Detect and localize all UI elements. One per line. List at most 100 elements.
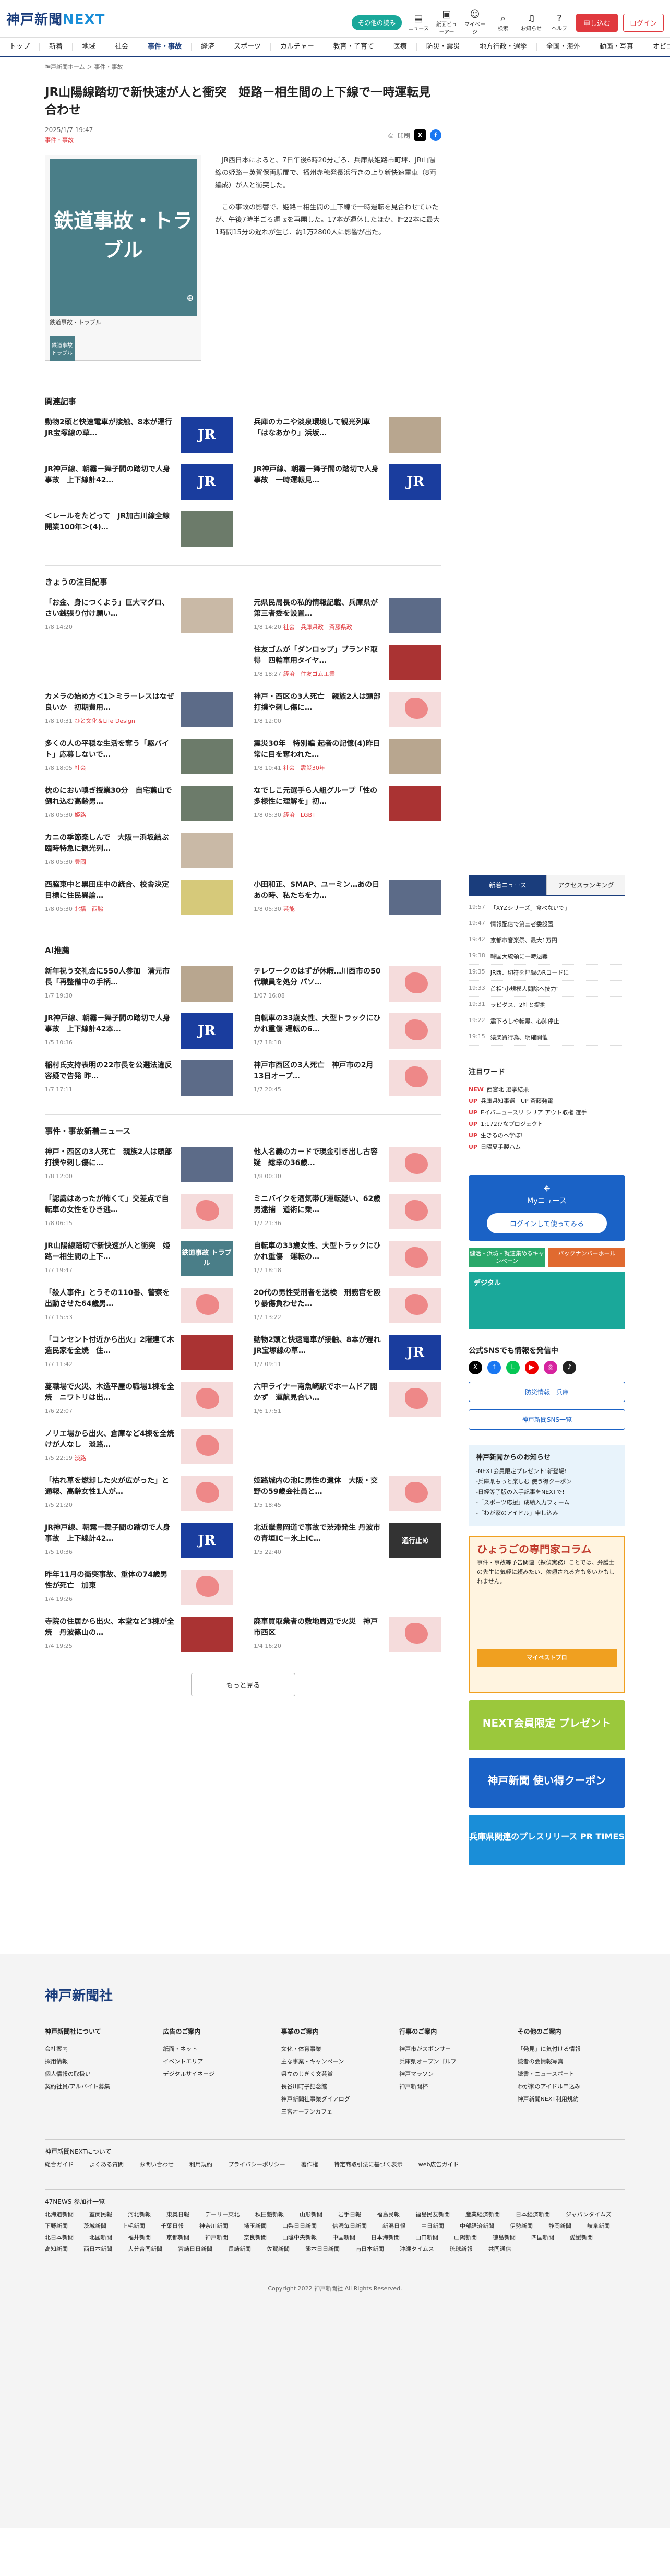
- help-icon[interactable]: ? ヘルプ: [548, 13, 571, 32]
- card-thumbnail[interactable]: [389, 880, 441, 915]
- card-title[interactable]: 西脇東中と黒田庄中の統合、校舎決定目標に住民異論… 1/8 05:30 北播 西脇: [45, 880, 174, 915]
- card-thumbnail[interactable]: [181, 1570, 233, 1605]
- card-thumbnail[interactable]: [181, 786, 233, 821]
- nav-item[interactable]: カルチャー: [271, 43, 324, 51]
- disaster-info-button[interactable]: 防災情報 兵庫: [469, 1382, 625, 1402]
- card-category[interactable]: 社会: [75, 765, 86, 771]
- paper-link[interactable]: 河北新報: [128, 2210, 151, 2218]
- news-list-item[interactable]: 19:22 震下ろしや転黒、心肺停止: [469, 1013, 625, 1029]
- footer-next-link[interactable]: 総合ガイド: [45, 2160, 74, 2168]
- footer-link[interactable]: 神戸新聞社事業ダイアログ: [281, 2093, 389, 2106]
- card-title[interactable]: 神戸・西区の3人死亡 親族2人は頭部打撲や刺し傷に… 1/8 12:00: [254, 692, 383, 727]
- prtimes-banner[interactable]: 兵庫県関連のプレスリリース PR TIMES: [469, 1815, 625, 1865]
- nav-item[interactable]: 地方行政・選挙: [470, 43, 537, 51]
- footer-link[interactable]: 読書・ニュースポート: [518, 2068, 625, 2081]
- card-thumbnail[interactable]: [389, 1060, 441, 1096]
- card-thumbnail[interactable]: [389, 739, 441, 774]
- news-list-item[interactable]: 19:35 JR西、切符を記録のRコードに: [469, 965, 625, 981]
- paper-link[interactable]: 琉球新報: [450, 2245, 473, 2253]
- footer-link[interactable]: 読者の会情報写真: [518, 2056, 625, 2068]
- paper-link[interactable]: 北日本新聞: [45, 2233, 74, 2241]
- card-thumbnail[interactable]: [181, 833, 233, 868]
- nav-item[interactable]: オピニオン: [643, 43, 670, 51]
- article-card[interactable]: 北近畿豊岡道で事故で渋滞発生 丹波市の青垣IC－氷上IC… 1/5 22:40 通行…: [254, 1523, 441, 1558]
- article-card[interactable]: 蔓職場で火災、木造平屋の職場1棟を全焼 ニワトリは出… 1/6 22:07: [45, 1382, 233, 1417]
- mynews-login-button[interactable]: ログインして使ってみる: [487, 1213, 607, 1233]
- card-category[interactable]: ひと文化＆Life Design: [75, 718, 135, 725]
- paper-link[interactable]: 山口新聞: [415, 2233, 438, 2241]
- card-thumbnail[interactable]: [181, 1288, 233, 1323]
- card-thumbnail[interactable]: 通行止め: [389, 1523, 441, 1558]
- card-category[interactable]: 経済 住友ゴム工業: [283, 671, 335, 678]
- login-button[interactable]: ログイン: [623, 13, 664, 32]
- signup-button[interactable]: 申し込む: [576, 13, 618, 32]
- paper-link[interactable]: 日本海新聞: [371, 2233, 400, 2241]
- news-title[interactable]: 震下ろしや転黒、心肺停止: [490, 1017, 559, 1025]
- paper-link[interactable]: 長崎新聞: [228, 2245, 251, 2253]
- paper-link[interactable]: 神奈川新聞: [199, 2222, 228, 2230]
- sns-list-button[interactable]: 神戸新聞SNS一覧: [469, 1409, 625, 1430]
- tab-new[interactable]: 新着ニュース: [469, 875, 547, 895]
- article-card[interactable]: ノリエ場から出火、倉庫など4棟を全焼 けが人なし 淡路… 1/5 22:19 淡路: [45, 1429, 233, 1464]
- footer-link[interactable]: デジタルサイネージ: [163, 2068, 270, 2081]
- paper-link[interactable]: 日本経済新聞: [516, 2210, 550, 2218]
- card-title[interactable]: なでしこ元選手ら人組グループ「性の多様性に理解を」初… 1/8 05:30 経済 L…: [254, 786, 383, 821]
- news-list-item[interactable]: 19:15 猿楽買行為、明確開催: [469, 1029, 625, 1046]
- campaign-banner[interactable]: 健活・浜坊・就速集めるキャンペーン: [469, 1248, 545, 1267]
- present-banner[interactable]: NEXT会員限定 プレゼント: [469, 1700, 625, 1750]
- nav-item[interactable]: 経済: [192, 43, 225, 51]
- news-list-item[interactable]: 19:38 韓国大統領に一時退職: [469, 948, 625, 965]
- footer-link[interactable]: 主な事業・キャンペーン: [281, 2056, 389, 2068]
- article-card[interactable]: 住友ゴムが「ダンロップ」ブランド取得 四輪車用タイヤ… 1/8 18:27 経済 住…: [254, 645, 441, 680]
- footer-next-link[interactable]: お問い合わせ: [139, 2160, 174, 2168]
- card-thumbnail[interactable]: [181, 1617, 233, 1652]
- zoom-icon[interactable]: ⊕: [187, 283, 194, 313]
- card-title[interactable]: カニの季節楽しんで 大阪ー浜坂結ぶ臨時特急に観光列… 1/8 05:30 豊岡: [45, 833, 174, 868]
- card-title[interactable]: JR神戸線、朝霧ー舞子間の踏切で人身事故 上下線計42本… 1/5 10:36: [45, 1013, 174, 1048]
- card-thumbnail[interactable]: [389, 598, 441, 633]
- article-card[interactable]: カメラの始め方＜1＞ミラーレスはなぜ良いか 初期費用… 1/8 10:31 ひと文化…: [45, 692, 233, 727]
- trend-label[interactable]: 兵庫県知事選 UP 斎藤発電: [481, 1098, 553, 1105]
- card-title[interactable]: JR神戸線、朝霧ー舞子間の踏切で人身事故 上下線計42…: [45, 464, 174, 486]
- article-card[interactable]: 神戸・西区の3人死亡 親族2人は頭部打撲や刺し傷に… 1/8 12:00: [45, 1147, 233, 1182]
- nav-item[interactable]: 新着: [40, 43, 73, 51]
- card-thumbnail[interactable]: [389, 1382, 441, 1417]
- card-thumbnail[interactable]: [389, 1194, 441, 1229]
- paper-link[interactable]: 京都新聞: [166, 2233, 189, 2241]
- card-title[interactable]: 「殺人事件」とうその110番、警察を出動させた64歳男… 1/7 15:53: [45, 1288, 174, 1323]
- card-thumbnail[interactable]: JR: [181, 1013, 233, 1049]
- paper-link[interactable]: 東奥日報: [166, 2210, 189, 2218]
- footer-next-link[interactable]: よくある質問: [89, 2160, 124, 2168]
- footer-link[interactable]: イベントエリア: [163, 2056, 270, 2068]
- instagram-icon[interactable]: ◎: [544, 1361, 557, 1374]
- news-title[interactable]: 首相"小規模人間除へ技力": [490, 984, 559, 993]
- news-list-item[interactable]: 19:33 首相"小規模人間除へ技力": [469, 981, 625, 997]
- facebook-share-icon[interactable]: f: [430, 129, 441, 141]
- search-icon[interactable]: ⌕ 検索: [492, 13, 515, 32]
- card-title[interactable]: JR神戸線、朝霧ー舞子間の踏切で人身事故 一時運転見…: [254, 464, 383, 486]
- photo-thumbnail[interactable]: 鉄道事故トラブル: [50, 336, 75, 361]
- paper-link[interactable]: 大分合同新聞: [128, 2245, 162, 2253]
- paper-link[interactable]: 南日本新聞: [355, 2245, 384, 2253]
- nav-item[interactable]: 医療: [384, 43, 417, 51]
- paper-link[interactable]: 産業経済新聞: [465, 2210, 500, 2218]
- card-thumbnail[interactable]: [181, 1382, 233, 1417]
- footer-next-link[interactable]: 特定商取引法に基づく表示: [334, 2160, 403, 2168]
- card-title[interactable]: 動物2頭と快速電車が接触、8本が遅れ JR宝塚線の草… 1/7 09:11: [254, 1335, 388, 1370]
- card-thumbnail[interactable]: [389, 786, 441, 821]
- news-title[interactable]: 猿楽買行為、明確開催: [490, 1033, 548, 1041]
- paper-link[interactable]: 新潟日報: [382, 2222, 405, 2230]
- article-card[interactable]: 元県民局長の私的情報記載、兵庫県が第三者委を設置… 1/8 14:20 社会 兵庫県…: [254, 598, 441, 633]
- card-category[interactable]: 芸能: [283, 906, 295, 912]
- trend-word[interactable]: UP 日曜夏手製ハム: [469, 1141, 625, 1153]
- card-category[interactable]: 豊岡: [75, 859, 86, 865]
- article-card[interactable]: 「お金、身につくよう」巨大マグロ、さい銭張り付け願い… 1/8 14:20: [45, 598, 233, 633]
- footer-link[interactable]: 紙面・ネット: [163, 2043, 270, 2056]
- card-title[interactable]: 「枯れ草を燃却した火が広がった」と通報、高齢女性1人が… 1/5 21:20: [45, 1476, 174, 1511]
- card-category[interactable]: 北播 西脇: [75, 906, 103, 912]
- article-card[interactable]: 新年祝う交礼会に550人参加 清元市長「再整備中の手柄… 1/7 19:30: [45, 966, 233, 1002]
- mybestpro-button[interactable]: マイベストプロ: [477, 1649, 617, 1667]
- paper-link[interactable]: 福島民友新聞: [415, 2210, 450, 2218]
- card-thumbnail[interactable]: JR: [389, 464, 441, 500]
- paper-link[interactable]: 秋田魁新報: [255, 2210, 284, 2218]
